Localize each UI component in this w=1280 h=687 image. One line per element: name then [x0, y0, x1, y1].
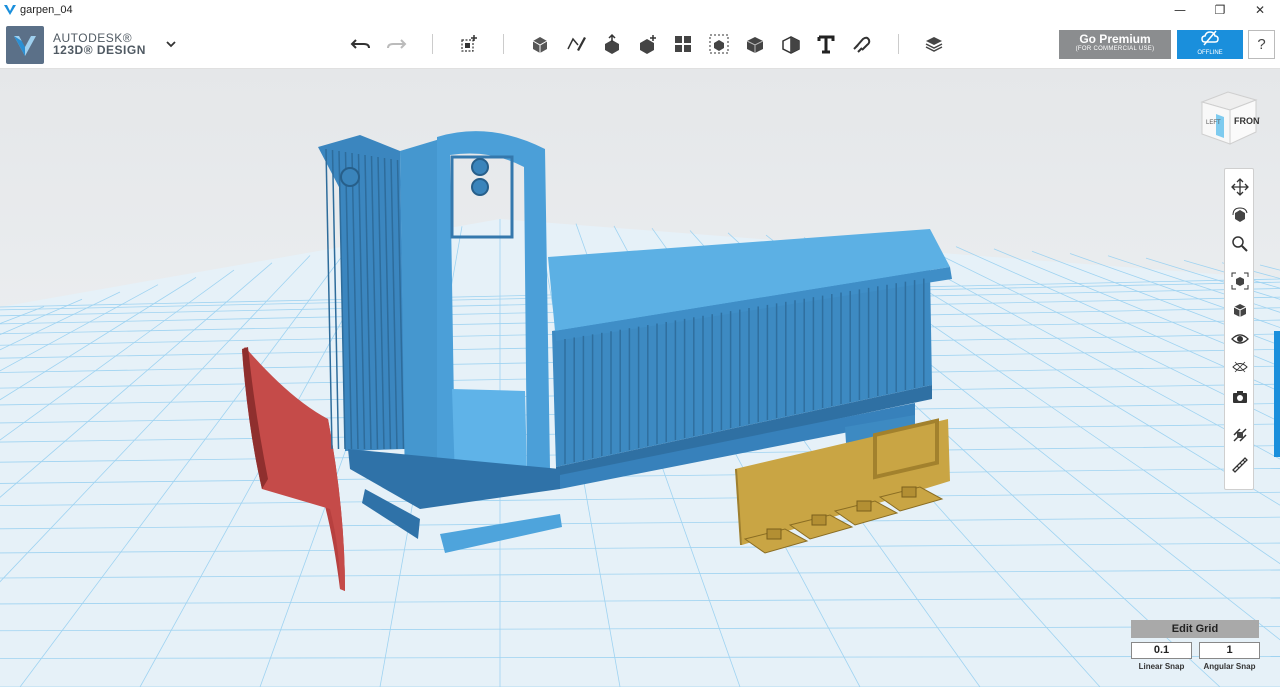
- group-button[interactable]: [704, 30, 734, 58]
- undo-button[interactable]: [346, 30, 376, 58]
- linear-snap-input[interactable]: 0.1: [1131, 642, 1192, 659]
- offline-button[interactable]: OFFLINE: [1177, 30, 1243, 59]
- angular-snap-label: Angular Snap: [1203, 662, 1256, 671]
- sketch-button[interactable]: [561, 30, 591, 58]
- primitives-button[interactable]: [525, 30, 555, 58]
- angular-snap-input[interactable]: 1: [1199, 642, 1260, 659]
- close-button[interactable]: ✕: [1240, 0, 1280, 20]
- app-menu-button[interactable]: [6, 26, 44, 64]
- redo-button[interactable]: [381, 30, 411, 58]
- gold-hinge-knuckle: [901, 486, 917, 498]
- construct-button[interactable]: [597, 30, 627, 58]
- navigation-bar: [1224, 168, 1254, 490]
- snap-view-button[interactable]: [1228, 423, 1252, 447]
- scene-canvas[interactable]: [0, 69, 1280, 687]
- app-logo-icon: [4, 5, 16, 15]
- brand-line-2: 123D® DESIGN: [53, 43, 146, 57]
- pan-icon: [1231, 178, 1249, 196]
- material-button[interactable]: [1228, 355, 1252, 379]
- pan-button[interactable]: [1228, 175, 1252, 199]
- minimize-button[interactable]: —: [1160, 0, 1200, 20]
- gold-hinge-knuckle: [856, 500, 872, 512]
- combine-button[interactable]: [740, 30, 770, 58]
- modify-icon: [640, 35, 656, 54]
- visibility-icon: [1231, 334, 1249, 344]
- linear-snap-label: Linear Snap: [1138, 662, 1185, 671]
- primitives-icon: [532, 37, 548, 53]
- toolbar-separator: [898, 34, 899, 54]
- edit-grid-button[interactable]: Edit Grid: [1131, 620, 1259, 638]
- materials-button[interactable]: [919, 30, 949, 58]
- views-icon: [1233, 304, 1247, 317]
- cloud-offline-icon: [1201, 30, 1219, 46]
- 3d-viewport[interactable]: FRONT LEFT: [0, 69, 1280, 687]
- view-cube-left-label: LEFT: [1206, 120, 1221, 126]
- redo-icon: [387, 39, 407, 49]
- side-panel-toggle[interactable]: [1274, 331, 1280, 457]
- combine-icon: [746, 37, 764, 53]
- ruler-icon: [1232, 457, 1248, 473]
- view-cube-icon: FRONT LEFT: [1200, 91, 1265, 145]
- gold-hinge-knuckle: [766, 528, 782, 540]
- text-icon: [817, 35, 835, 54]
- premium-title: Go Premium: [1079, 32, 1151, 46]
- undo-icon: [350, 39, 370, 49]
- window-controls: — ❐ ✕: [1160, 0, 1280, 20]
- measure-icon: [782, 36, 800, 54]
- fit-button[interactable]: [1228, 269, 1252, 293]
- go-premium-button[interactable]: Go Premium (FOR COMMERCIAL USE): [1059, 30, 1171, 59]
- snap-button[interactable]: [847, 30, 877, 58]
- visibility-button[interactable]: [1228, 327, 1252, 351]
- group-icon: [709, 34, 729, 54]
- ruler-button[interactable]: [1228, 453, 1252, 477]
- offline-label: OFFLINE: [1197, 50, 1223, 56]
- pattern-icon: [675, 36, 691, 52]
- app-logo-icon: [14, 36, 36, 56]
- text-button[interactable]: [811, 30, 841, 58]
- fit-icon: [1231, 272, 1249, 290]
- premium-subtitle: (FOR COMMERCIAL USE): [1075, 46, 1155, 52]
- snap-icon: [1233, 428, 1247, 442]
- toolbar-separator: [432, 34, 433, 54]
- orbit-button[interactable]: [1228, 203, 1252, 227]
- construct-icon: [605, 33, 619, 54]
- view-cube[interactable]: FRONT LEFT: [1198, 90, 1265, 146]
- app-window: garpen_04 — ❐ ✕ AUTODESK® 123D® DESIGN G…: [0, 0, 1280, 687]
- material-icon: [1232, 361, 1248, 373]
- modify-button[interactable]: [633, 30, 663, 58]
- transform-icon: [461, 35, 477, 52]
- maximize-button[interactable]: ❐: [1200, 0, 1240, 20]
- materials-icon: [925, 37, 943, 52]
- toolbar-separator: [503, 34, 504, 54]
- screenshot-button[interactable]: [1228, 385, 1252, 409]
- main-toolbar: AUTODESK® 123D® DESIGN Go Premium (FOR C…: [0, 20, 1280, 69]
- view-cube-front-label: FRONT: [1234, 116, 1260, 126]
- gold-hinge-knuckle: [811, 514, 827, 526]
- title-bar: garpen_04 — ❐ ✕: [0, 0, 1280, 20]
- chevron-down-icon: [166, 41, 176, 48]
- app-menu-dropdown[interactable]: [162, 35, 180, 53]
- views-button[interactable]: [1228, 298, 1252, 322]
- snap-icon: [853, 36, 871, 53]
- brand: AUTODESK® 123D® DESIGN: [53, 32, 146, 56]
- pattern-button[interactable]: [668, 30, 698, 58]
- measure-button[interactable]: [776, 30, 806, 58]
- edit-grid-panel: Edit Grid 0.1 1 Linear Snap Angular Snap: [1131, 620, 1260, 676]
- sketch-icon: [567, 37, 586, 51]
- orbit-icon: [1232, 207, 1248, 222]
- window-title: garpen_04: [20, 4, 73, 16]
- screenshot-icon: [1233, 391, 1247, 403]
- zoom-button[interactable]: [1228, 232, 1252, 256]
- zoom-icon: [1232, 236, 1248, 252]
- transform-button[interactable]: [454, 30, 484, 58]
- help-button[interactable]: ?: [1248, 30, 1275, 59]
